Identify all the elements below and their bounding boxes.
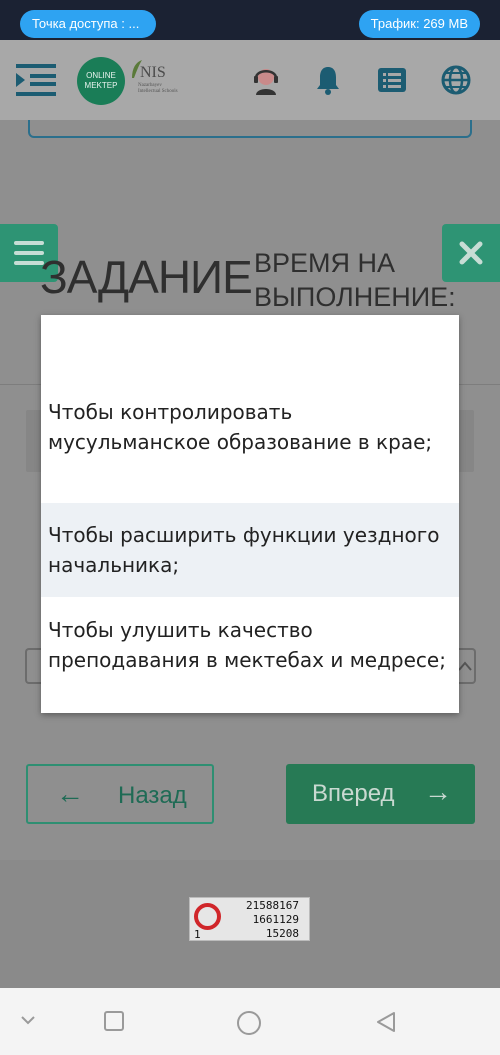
time-label-line1: ВРЕМЯ НА	[254, 248, 396, 278]
answer-select-toggle[interactable]	[456, 648, 476, 684]
arrow-left-icon: ←	[56, 778, 84, 809]
task-title: ЗАДАНИЕ	[40, 251, 253, 303]
previous-input-frame	[28, 120, 472, 138]
nis-title: NIS	[140, 64, 166, 81]
nis-logo: NIS Nazarbayev Intellectual Schools	[130, 58, 180, 104]
close-button[interactable]	[442, 224, 500, 282]
nis-subtitle: Nazarbayev Intellectual Schools	[138, 83, 178, 94]
list-icon[interactable]	[376, 64, 408, 96]
system-nav-bar	[0, 988, 500, 1055]
answer-dropdown: Чтобы контролировать мусульманское образ…	[41, 315, 459, 713]
home-icon[interactable]	[236, 1010, 262, 1036]
back-button[interactable]: ← Назад	[26, 764, 214, 824]
hotspot-pill[interactable]: Точка доступа : ...	[20, 10, 156, 38]
dropdown-option-highlighted[interactable]: Чтобы расширить функции уездного начальн…	[41, 503, 459, 597]
time-label-line2: ВЫПОЛНЕНИЕ:	[254, 282, 456, 312]
counter-line2: 1661129	[252, 913, 299, 926]
close-icon	[459, 241, 483, 265]
counter-ring-icon	[194, 903, 221, 930]
logo-mektep-text: MEKTEP	[84, 81, 118, 90]
status-bar: Точка доступа : ... Трафик: 269 MB	[0, 0, 500, 40]
back-nav-icon[interactable]	[374, 1010, 398, 1034]
chevron-down-icon[interactable]	[18, 1010, 38, 1030]
back-button-label: Назад	[118, 782, 187, 809]
bell-icon[interactable]	[312, 64, 344, 96]
dropdown-option[interactable]: Чтобы контролировать мусульманское образ…	[41, 395, 459, 503]
dropdown-option-empty[interactable]	[41, 315, 459, 395]
app-header: ONLINE MEKTEP NIS Nazarbayev Intellectua…	[0, 40, 500, 120]
recent-apps-icon[interactable]	[103, 1010, 125, 1032]
counter-line3: 15208	[265, 927, 299, 940]
counter-digit: 1	[194, 928, 201, 941]
next-button[interactable]: Вперед →	[286, 764, 475, 824]
support-agent-icon[interactable]	[250, 64, 282, 96]
next-button-label: Вперед	[312, 780, 395, 807]
counter-line1: 21588167	[246, 899, 299, 912]
visit-counter: 21588167 1661129 15208 1	[189, 897, 310, 941]
dropdown-option[interactable]: Чтобы улушить качество преподавания в ме…	[41, 597, 459, 713]
time-label: ВРЕМЯ НА ВЫПОЛНЕНИЕ:	[254, 246, 456, 314]
logo-online-text: ONLINE	[86, 71, 116, 80]
arrow-right-icon: →	[424, 776, 452, 807]
menu-icon[interactable]	[16, 62, 56, 98]
traffic-pill[interactable]: Трафик: 269 MB	[358, 10, 480, 38]
globe-icon[interactable]	[440, 64, 472, 96]
online-mektep-logo: ONLINE MEKTEP	[77, 57, 125, 105]
